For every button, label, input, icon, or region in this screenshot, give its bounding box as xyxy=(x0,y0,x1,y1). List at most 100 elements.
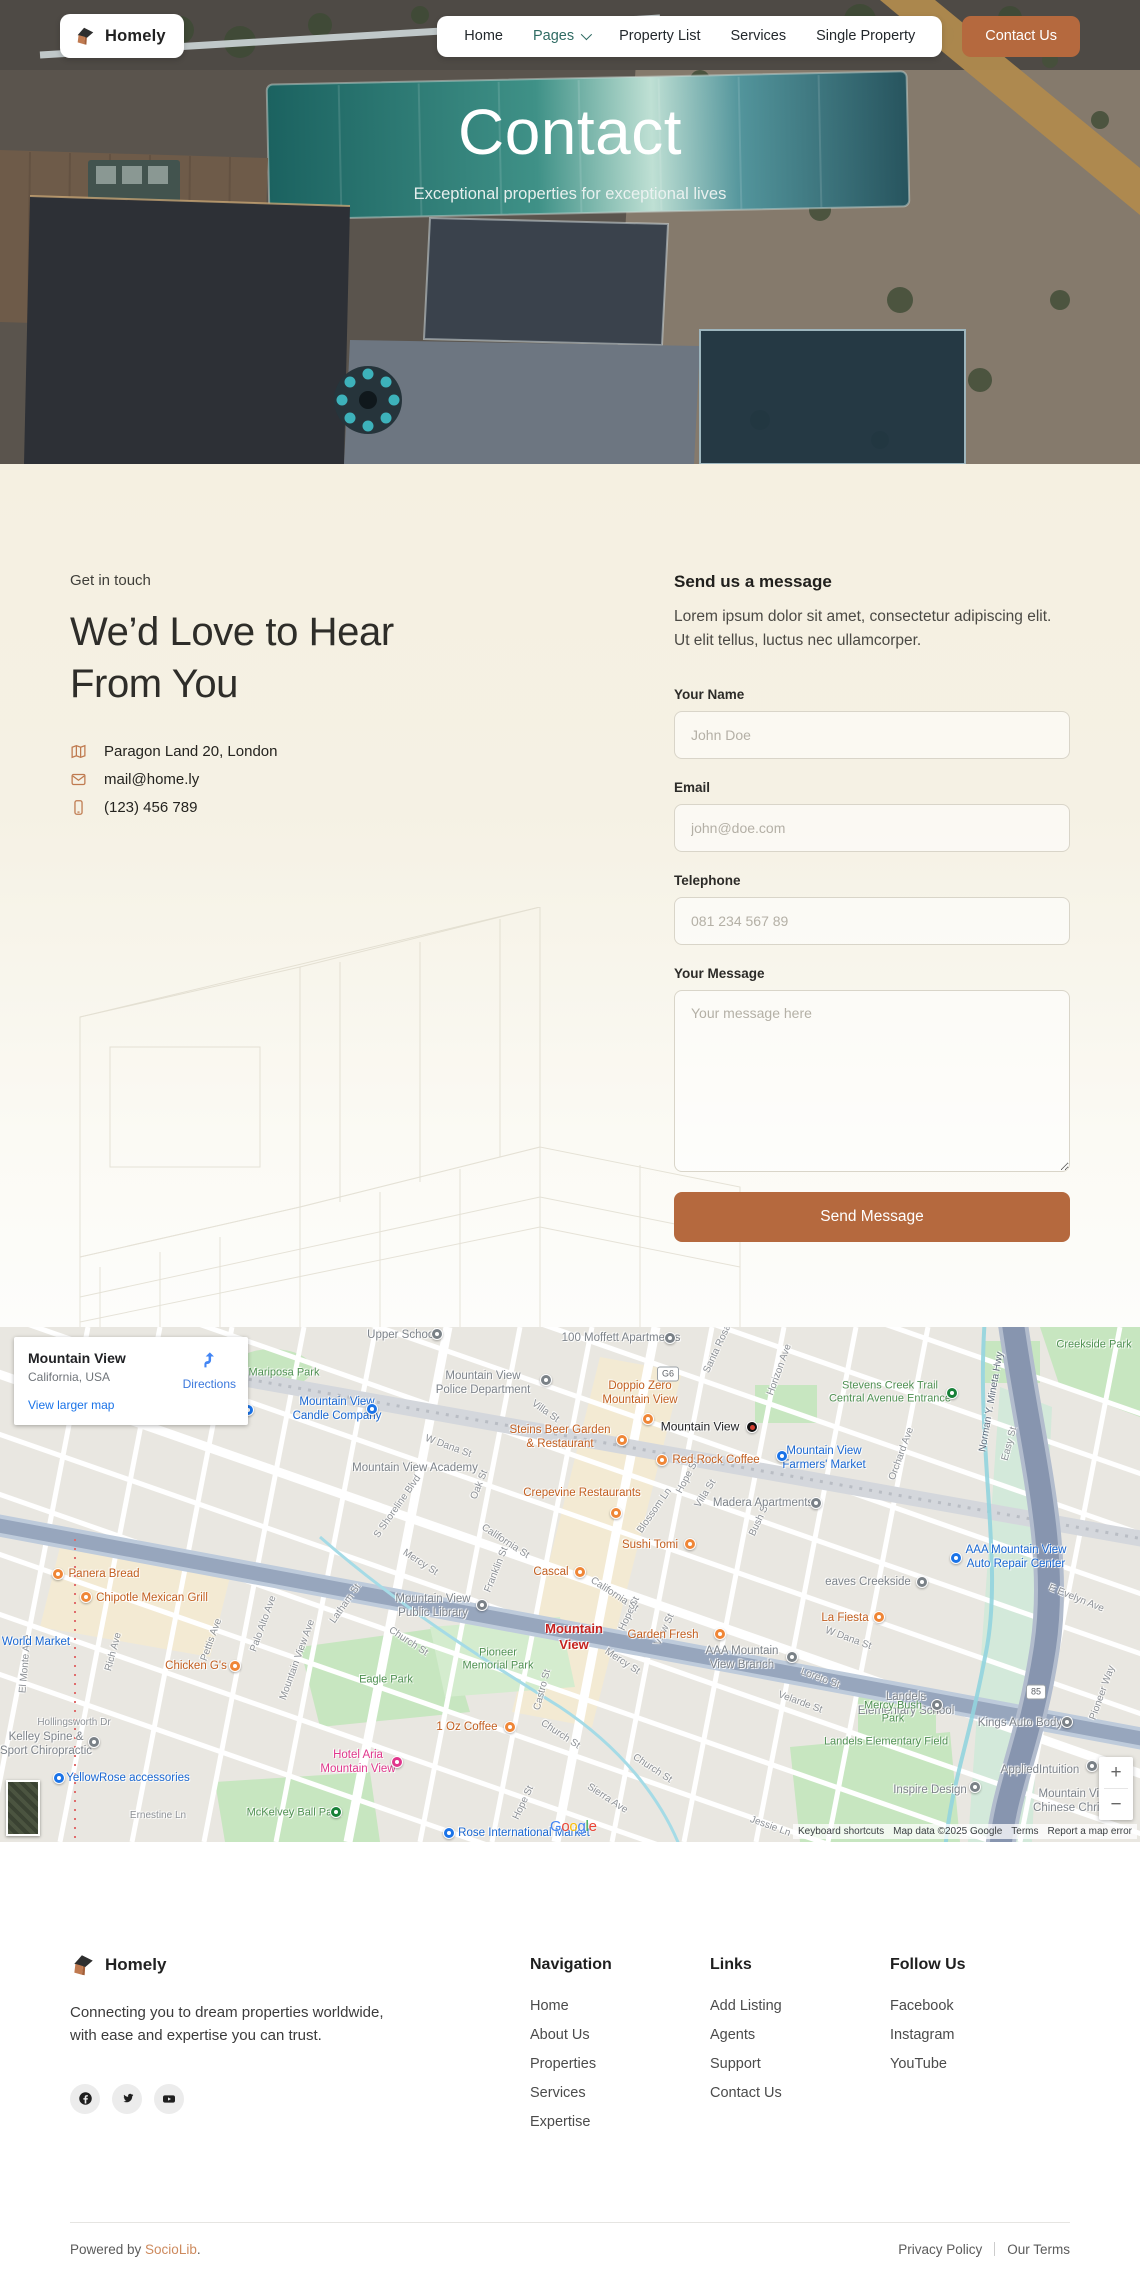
footer-column-links: LinksAdd ListingAgentsSupportContact Us xyxy=(710,1952,890,2143)
pin-orange xyxy=(873,1611,885,1623)
map-label-hollingsworth-dr: Hollingsworth Dr xyxy=(37,1717,110,1729)
brand-name: Homely xyxy=(105,27,166,46)
contact-us-button[interactable]: Contact Us xyxy=(962,16,1080,57)
dot-gray-icon xyxy=(540,1374,552,1386)
map-label-loreto-st: Loreto St xyxy=(799,1666,841,1691)
message-textarea[interactable] xyxy=(674,990,1070,1172)
map-zoom-control: + − xyxy=(1099,1757,1133,1820)
report-map-error-link[interactable]: Report a map error xyxy=(1048,1826,1132,1837)
contact-item-paragon-la: Paragon Land 20, London xyxy=(70,742,590,760)
footer-link-properties[interactable]: Properties xyxy=(530,2056,710,2072)
powered-by-suffix: . xyxy=(197,2242,201,2257)
map-label-upper-school: Upper School xyxy=(367,1328,437,1342)
pin-blue xyxy=(366,1403,378,1415)
pin-blue xyxy=(443,1827,455,1839)
google-map-embed[interactable]: Villa StW Dana StOak StCalifornia StFran… xyxy=(0,1327,1140,1842)
field-label-your-name: Your Name xyxy=(674,687,1070,702)
map-label-jessie-ln: Jessie Ln xyxy=(748,1814,792,1840)
terms-link[interactable]: Terms xyxy=(1011,1826,1038,1837)
form-heading: Send us a message xyxy=(674,572,1070,592)
map-label-creekside-park: Creekside Park xyxy=(1056,1338,1131,1351)
social-facebook-button[interactable] xyxy=(70,2084,100,2114)
map-label-crepevine-restaurants: Crepevine Restaurants xyxy=(523,1486,641,1500)
footer-link-facebook[interactable]: Facebook xyxy=(890,1998,1070,2014)
map-label-california-st: California St xyxy=(588,1575,640,1615)
nav-right: Home Pages Property List Services Single Pro… xyxy=(437,16,1080,57)
get-in-touch-column: Get in touch We’d Love to Hear From You … xyxy=(70,572,590,1242)
map-label-mckelvey-ball-park: McKelvey Ball Park xyxy=(247,1806,342,1819)
telephone-input[interactable] xyxy=(674,897,1070,945)
map-label-church-st: Church St xyxy=(386,1625,430,1659)
map-label-mountain-view-public-library: Mountain View Public Library xyxy=(395,1592,470,1620)
map-label-madera-apartments: Madera Apartments xyxy=(713,1496,813,1510)
zoom-out-button[interactable]: − xyxy=(1099,1789,1133,1820)
dot-gray-icon xyxy=(916,1576,928,1588)
map-label-velarde-st: Velarde St xyxy=(776,1689,824,1716)
footer-logo[interactable]: Homely xyxy=(70,1952,530,1978)
field-label-email: Email xyxy=(674,780,1070,795)
dot-gray-icon xyxy=(1086,1760,1098,1772)
dot-gray-icon xyxy=(1061,1716,1073,1728)
footer-link-youtube[interactable]: YouTube xyxy=(890,2056,1070,2072)
social-twitter-button[interactable] xyxy=(112,2084,142,2114)
dot-gray-icon xyxy=(476,1599,488,1611)
facebook-icon xyxy=(78,2091,93,2106)
legal-link-privacy-policy[interactable]: Privacy Policy xyxy=(898,2242,982,2257)
home-logo-icon xyxy=(74,25,96,47)
map-label-easy-st: Easy St xyxy=(1000,1426,1021,1462)
message-label: Your Message xyxy=(674,966,1070,981)
social-youtube-button[interactable] xyxy=(154,2084,184,2114)
powered-by: Powered by SocioLib. xyxy=(70,2242,201,2257)
keyboard-shortcuts-link[interactable]: Keyboard shortcuts xyxy=(798,1826,884,1837)
map-attribution: Keyboard shortcuts Map data ©2025 Google… xyxy=(793,1824,1137,1839)
footer: Homely Connecting you to dream propertie… xyxy=(0,1842,1140,2275)
footer-column-follow-us: Follow UsFacebookInstagramYouTube xyxy=(890,1952,1070,2143)
footer-link-support[interactable]: Support xyxy=(710,2056,890,2072)
pin-blue xyxy=(950,1552,962,1564)
nav-link-pages[interactable]: Pages xyxy=(533,28,589,44)
brand-logo[interactable]: Homely xyxy=(60,14,184,58)
sociolib-link[interactable]: SocioLib xyxy=(145,2242,197,2257)
nav-link-home[interactable]: Home xyxy=(464,28,503,44)
footer-link-about-us[interactable]: About Us xyxy=(530,2027,710,2043)
map-label-panera-bread: Panera Bread xyxy=(69,1567,140,1581)
zoom-in-button[interactable]: + xyxy=(1099,1757,1133,1788)
footer-link-agents[interactable]: Agents xyxy=(710,2027,890,2043)
footer-link-instagram[interactable]: Instagram xyxy=(890,2027,1070,2043)
satellite-view-thumbnail[interactable] xyxy=(6,1780,40,1836)
email-input[interactable] xyxy=(674,804,1070,852)
map-label-mariposa-park: Mariposa Park xyxy=(249,1366,320,1379)
map-label-el-monte-ave: El Monte Ave xyxy=(17,1634,34,1694)
nav-link-property-list[interactable]: Property List xyxy=(619,28,700,44)
map-label-villa-st: Villa St xyxy=(529,1398,561,1426)
message-form-column: Send us a message Lorem ipsum dolor sit … xyxy=(674,572,1070,1242)
map-label-church-st: Church St xyxy=(630,1752,674,1786)
your-name-input[interactable] xyxy=(674,711,1070,759)
contact-form: Your NameEmailTelephone Your Message Sen… xyxy=(674,687,1070,1242)
nav-link-services[interactable]: Services xyxy=(731,28,787,44)
pin-orange xyxy=(52,1568,64,1580)
footer-link-add-listing[interactable]: Add Listing xyxy=(710,1998,890,2014)
pin-orange xyxy=(616,1434,628,1446)
view-larger-map-link[interactable]: View larger map xyxy=(28,1398,114,1412)
directions-icon xyxy=(199,1349,219,1374)
footer-link-home[interactable]: Home xyxy=(530,1998,710,2014)
google-logo-letter: G xyxy=(550,1818,561,1835)
twitter-icon xyxy=(120,2091,135,2106)
legal-link-our-terms[interactable]: Our Terms xyxy=(1007,2242,1070,2257)
nav-link-single-property[interactable]: Single Property xyxy=(816,28,915,44)
directions-button[interactable]: Directions xyxy=(183,1349,236,1391)
legal-divider xyxy=(994,2242,995,2256)
footer-link-contact-us[interactable]: Contact Us xyxy=(710,2085,890,2101)
dot-gray-icon xyxy=(88,1736,100,1748)
map-label-85: 85 xyxy=(1026,1685,1046,1700)
footer-bottom-bar: Powered by SocioLib. Privacy Policy Our T… xyxy=(70,2222,1070,2275)
send-message-button[interactable]: Send Message xyxy=(674,1192,1070,1242)
contact-info-list: Paragon Land 20, Londonmail@home.ly(123)… xyxy=(70,742,590,816)
footer-link-services[interactable]: Services xyxy=(530,2085,710,2101)
google-logo-letter: e xyxy=(589,1818,597,1835)
footer-link-expertise[interactable]: Expertise xyxy=(530,2114,710,2130)
page-title: Contact xyxy=(0,95,1140,169)
map-label-franklin-st: Franklin St xyxy=(482,1546,511,1595)
map-label-w-dana-st: W Dana St xyxy=(823,1625,873,1653)
